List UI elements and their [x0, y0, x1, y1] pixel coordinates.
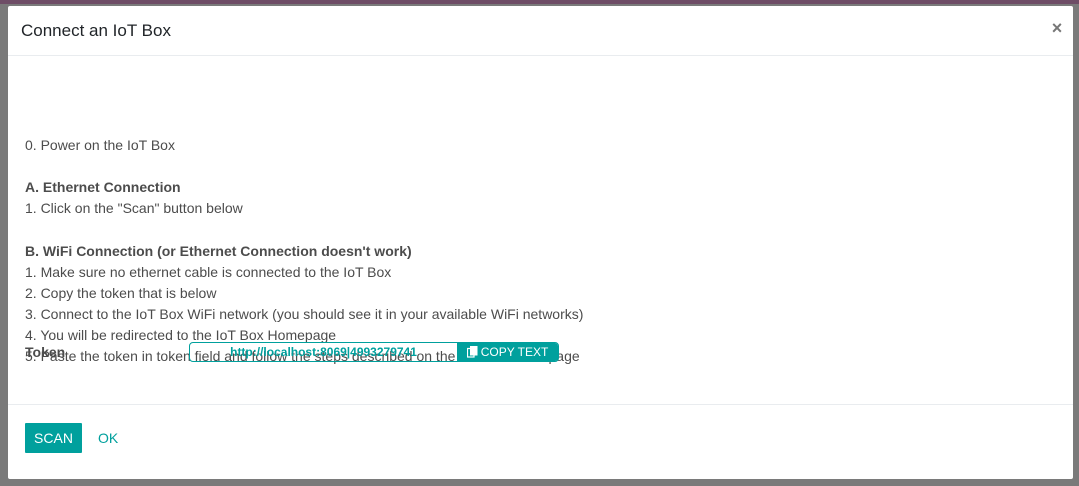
clipboard-icon [466, 346, 478, 358]
copy-text-button[interactable]: COPY TEXT [457, 343, 558, 361]
copy-text-label: COPY TEXT [480, 345, 549, 359]
token-value[interactable]: http://localhost:8069|4993279741 [190, 343, 457, 361]
power-on-step: 0. Power on the IoT Box [25, 137, 175, 153]
close-icon[interactable]: × [1049, 18, 1065, 38]
scan-button[interactable]: SCAN [25, 423, 82, 453]
ok-button[interactable]: OK [98, 423, 118, 453]
wifi-step-3: 3. Connect to the IoT Box WiFi network (… [25, 306, 584, 322]
ethernet-step-1: 1. Click on the "Scan" button below [25, 200, 243, 216]
ethernet-heading: A. Ethernet Connection [25, 179, 181, 195]
wifi-step-2: 2. Copy the token that is below [25, 285, 217, 301]
wifi-heading: B. WiFi Connection (or Ethernet Connecti… [25, 243, 412, 259]
dialog-header: Connect an IoT Box × [8, 6, 1073, 56]
token-label: Token [25, 344, 66, 360]
app-top-bar [0, 0, 1079, 4]
dialog-title: Connect an IoT Box [21, 21, 171, 40]
token-field: http://localhost:8069|4993279741 COPY TE… [189, 342, 559, 362]
dialog-footer: SCAN OK [8, 405, 1073, 479]
connect-iot-box-dialog: Connect an IoT Box × 0. Power on the IoT… [8, 6, 1073, 479]
wifi-step-1: 1. Make sure no ethernet cable is connec… [25, 264, 392, 280]
